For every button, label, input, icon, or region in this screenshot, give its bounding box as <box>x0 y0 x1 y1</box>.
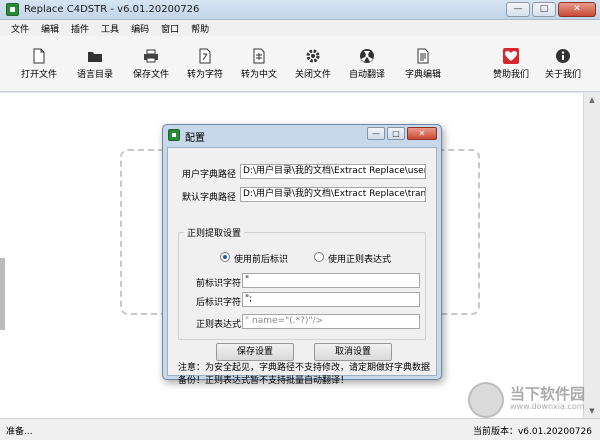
heart-icon <box>503 48 519 64</box>
watermark-url: www.downxia.com <box>510 402 585 411</box>
language-dir-button[interactable]: 语言目录 <box>68 42 122 88</box>
menu-window[interactable]: 窗口 <box>156 20 184 36</box>
dialog-minimize-button[interactable]: — <box>367 127 385 140</box>
suffix-input[interactable]: "; <box>242 292 420 307</box>
minimize-button[interactable]: — <box>506 2 530 17</box>
gear-icon <box>306 49 320 63</box>
app-icon <box>6 3 19 16</box>
regex-label: 正则表达式 <box>196 320 242 330</box>
to-chars-button[interactable]: 转为字符 <box>178 42 232 88</box>
maximize-button[interactable]: □ <box>532 2 556 17</box>
save-settings-button[interactable]: 保存设置 <box>216 343 294 361</box>
menu-bar: 文件 编辑 插件 工具 编码 窗口 帮助 <box>0 20 600 36</box>
cancel-settings-button[interactable]: 取消设置 <box>314 343 392 361</box>
status-text: 准备... <box>6 427 33 437</box>
auto-translate-label: 自动翻译 <box>348 70 385 80</box>
save-file-label: 保存文件 <box>132 70 169 80</box>
dialog-title-bar[interactable]: 配置 — □ ✕ <box>163 125 441 145</box>
convert-icon <box>199 48 211 64</box>
menu-file[interactable]: 文件 <box>6 20 34 36</box>
version-text: 当前版本：v6.01.20200726 <box>472 427 592 437</box>
to-chinese-button[interactable]: 转为中文 <box>232 42 286 88</box>
toolbar: 打开文件 语言目录 保存文件 转为字符 转为中文 关闭文件 自动翻译 字典编辑 … <box>0 36 600 92</box>
file-icon <box>33 48 45 64</box>
dialog-title: 配置 <box>185 133 205 144</box>
convert-doc-icon <box>253 48 265 64</box>
title-bar: Replace C4DSTR - v6.01.20200726 — □ ✕ <box>0 0 600 20</box>
menu-edit[interactable]: 编辑 <box>36 20 64 36</box>
user-dict-path-field[interactable]: D:\用户目录\我的文档\Extract Replace\user_t <box>240 164 426 179</box>
radio-prefix-suffix-label[interactable]: 使用前后标识 <box>234 252 288 265</box>
open-file-label: 打开文件 <box>20 70 57 80</box>
to-chars-label: 转为字符 <box>186 70 223 80</box>
menu-encoding[interactable]: 编码 <box>126 20 154 36</box>
open-file-button[interactable]: 打开文件 <box>12 42 66 88</box>
dialog-maximize-button[interactable]: □ <box>387 127 405 140</box>
dialog-close-button[interactable]: ✕ <box>407 127 437 140</box>
suffix-label: 后标识字符 <box>196 298 242 308</box>
user-dict-label: 用户字典路径 <box>182 170 237 180</box>
left-resize-handle[interactable] <box>0 258 5 330</box>
close-button[interactable]: ✕ <box>558 2 596 17</box>
document-icon <box>417 48 429 64</box>
save-file-button[interactable]: 保存文件 <box>124 42 178 88</box>
watermark-logo-icon <box>468 382 504 418</box>
status-bar: 准备... 当前版本：v6.01.20200726 <box>0 418 600 440</box>
printer-icon <box>144 49 158 63</box>
default-dict-label: 默认字典路径 <box>182 193 237 203</box>
vertical-scrollbar[interactable]: ▲ ▼ <box>583 93 600 418</box>
dict-edit-label: 字典编辑 <box>404 70 441 80</box>
default-dict-path-field[interactable]: D:\用户目录\我的文档\Extract Replace\transla <box>240 187 426 202</box>
prefix-input[interactable]: " <box>242 273 420 288</box>
dialog-app-icon <box>168 129 180 141</box>
radio-prefix-suffix[interactable] <box>220 252 230 262</box>
config-dialog: 配置 — □ ✕ 用户字典路径 D:\用户目录\我的文档\Extract Rep… <box>162 124 442 386</box>
dialog-controls: — □ ✕ <box>367 127 437 140</box>
regex-input[interactable]: " name="(.*?)"/> <box>242 314 420 329</box>
radio-regex[interactable] <box>314 252 324 262</box>
prefix-label: 前标识字符 <box>196 279 242 289</box>
about-label: 关于我们 <box>544 70 581 80</box>
dict-edit-button[interactable]: 字典编辑 <box>396 42 450 88</box>
menu-help[interactable]: 帮助 <box>186 20 214 36</box>
about-button[interactable]: 关于我们 <box>536 42 590 88</box>
dialog-body: 用户字典路径 D:\用户目录\我的文档\Extract Replace\user… <box>167 147 437 386</box>
warning-note: 注意：为安全起见，字典路径不支持修改，请定期做好字典数据备份！正则表达式暂不支持… <box>178 363 431 386</box>
close-file-label: 关闭文件 <box>294 70 331 80</box>
radiation-icon <box>360 49 374 63</box>
folder-icon <box>88 52 102 62</box>
radio-regex-label[interactable]: 使用正则表达式 <box>328 252 391 265</box>
regex-group-title: 正则提取设置 <box>184 226 245 239</box>
sponsor-label: 赞助我们 <box>492 70 529 80</box>
info-icon <box>556 49 570 63</box>
window-title: Replace C4DSTR - v6.01.20200726 <box>24 4 200 15</box>
window-controls: — □ ✕ <box>506 2 596 17</box>
to-chinese-label: 转为中文 <box>240 70 277 80</box>
menu-plugins[interactable]: 插件 <box>66 20 94 36</box>
language-dir-label: 语言目录 <box>76 70 113 80</box>
sponsor-button[interactable]: 赞助我们 <box>484 42 538 88</box>
menu-tools[interactable]: 工具 <box>96 20 124 36</box>
auto-translate-button[interactable]: 自动翻译 <box>340 42 394 88</box>
watermark-name: 当下软件园 <box>510 385 586 403</box>
scroll-up-icon[interactable]: ▲ <box>584 93 600 107</box>
close-file-button[interactable]: 关闭文件 <box>286 42 340 88</box>
